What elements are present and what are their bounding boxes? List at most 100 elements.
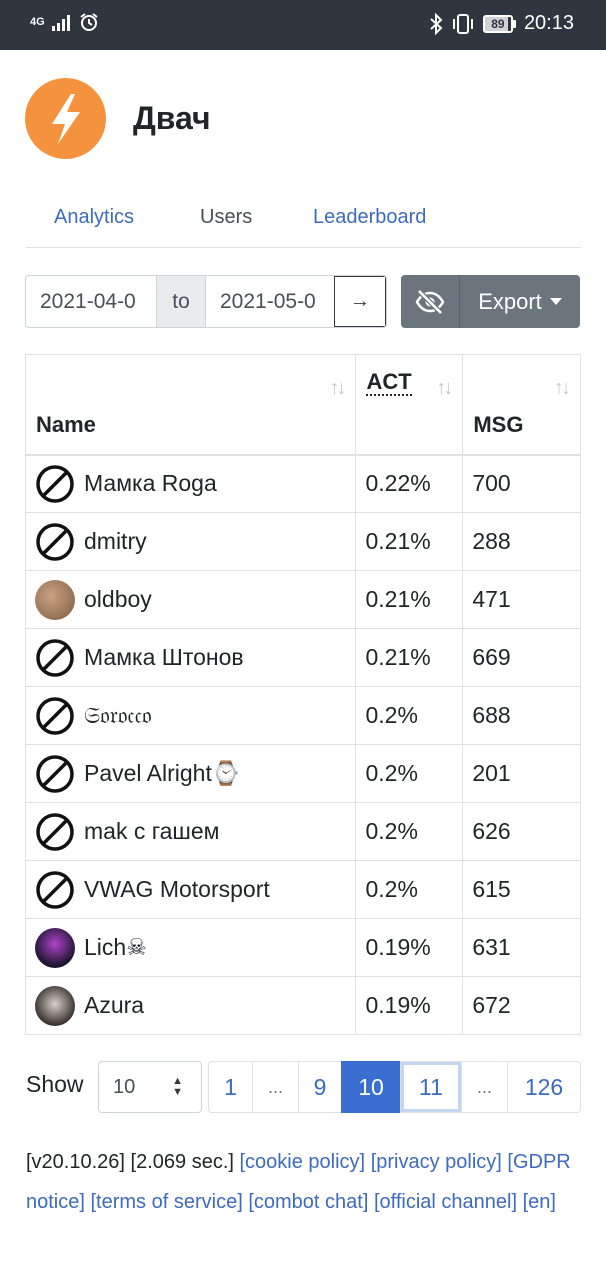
page-button[interactable]: 11	[400, 1061, 462, 1113]
user-name[interactable]: Мамка Roga	[84, 470, 217, 497]
cell-act: 0.19%	[355, 918, 464, 977]
tab-leaderboard[interactable]: Leaderboard	[313, 206, 426, 229]
cell-msg: 672	[462, 976, 581, 1035]
page-title: Двач	[133, 100, 211, 136]
page-button[interactable]: 9	[298, 1061, 342, 1113]
cell-msg: 626	[462, 802, 581, 861]
hide-button[interactable]	[401, 275, 460, 328]
footer: [v20.10.26] [2.069 sec.] [cookie policy]…	[26, 1142, 571, 1222]
user-name[interactable]: Lich☠	[84, 934, 147, 961]
table-row: VWAG Motorsport 0.2% 615	[24, 860, 581, 919]
bluetooth-icon	[430, 12, 443, 35]
battery-icon: 89	[482, 14, 516, 33]
clock: 20:13	[523, 12, 574, 34]
cell-msg: 700	[462, 454, 581, 513]
ban-icon	[36, 638, 74, 677]
signal-icon	[51, 15, 70, 31]
language-link[interactable]: [en]	[523, 1191, 556, 1213]
ban-icon	[36, 870, 74, 909]
official-channel-link[interactable]: [official channel]	[374, 1191, 517, 1213]
export-button[interactable]: Export	[460, 275, 580, 328]
column-header-act-label: ACT	[366, 369, 412, 396]
page-button[interactable]: 10	[341, 1061, 401, 1113]
nav-tabs: Analytics Users Leaderboard	[26, 190, 581, 248]
user-name[interactable]: oldboy	[84, 586, 152, 613]
cell-act: 0.22%	[355, 454, 464, 513]
cell-name: Мамка Roga	[24, 454, 357, 513]
user-name[interactable]: 𝔖𝔬𝔯𝔬𝔠𝔠𝔬	[84, 702, 152, 729]
table-row: dmitry 0.21% 288	[24, 512, 581, 571]
ban-icon	[36, 465, 74, 503]
cell-act: 0.21%	[355, 628, 464, 687]
caret-down-icon	[549, 298, 562, 305]
status-bar: 4G 89 20:13	[0, 0, 606, 50]
cell-msg: 688	[462, 686, 581, 745]
user-name[interactable]: mak с гашем	[84, 818, 219, 845]
user-name[interactable]: VWAG Motorsport	[84, 876, 270, 903]
cell-name: Pavel Alright⌚	[24, 744, 357, 803]
vibrate-icon	[452, 13, 473, 34]
show-label: Show	[26, 1071, 84, 1097]
page-ellipsis: ...	[252, 1061, 299, 1113]
cell-msg: 471	[462, 570, 581, 629]
date-range: 2021-04-0 to 2021-05-0 →	[25, 275, 387, 328]
table-header-row: ↑↓ Name ↑↓ ACT ↑↓ MSG	[24, 354, 581, 456]
user-name[interactable]: Pavel Alright⌚	[84, 760, 241, 787]
date-to-input[interactable]: 2021-05-0	[206, 276, 334, 327]
ban-icon	[36, 522, 74, 561]
cell-act: 0.21%	[355, 512, 464, 571]
toolbar-buttons: Export	[401, 275, 580, 328]
sort-icon: ↑↓	[554, 377, 571, 399]
user-avatar	[35, 927, 75, 968]
cell-msg: 631	[462, 918, 581, 977]
terms-of-service-link[interactable]: [terms of service]	[91, 1191, 243, 1213]
tab-users[interactable]: Users	[200, 206, 252, 229]
column-header-act[interactable]: ↑↓ ACT	[355, 354, 464, 456]
column-header-name-label: Name	[36, 411, 96, 437]
page-ellipsis: ...	[461, 1061, 508, 1113]
page-button[interactable]: 126	[507, 1061, 581, 1113]
cell-name: Azura	[24, 976, 357, 1035]
user-name[interactable]: Azura	[84, 992, 144, 1019]
chat-logo	[25, 78, 106, 159]
version-text: [v20.10.26]	[26, 1151, 125, 1173]
ban-icon	[36, 696, 74, 735]
table-row: Azura 0.19% 672	[24, 976, 581, 1035]
combot-chat-link[interactable]: [combot chat]	[248, 1191, 368, 1213]
table-row: oldboy 0.21% 471	[24, 570, 581, 629]
export-label: Export	[478, 288, 542, 314]
cell-name: oldboy	[24, 570, 357, 629]
table-row: mak с гашем 0.2% 626	[24, 802, 581, 861]
alarm-icon	[80, 13, 98, 31]
sort-icon: ↑↓	[436, 377, 453, 399]
cell-act: 0.2%	[355, 686, 464, 745]
table-row: Lich☠ 0.19% 631	[24, 918, 581, 977]
cell-name: VWAG Motorsport	[24, 860, 357, 919]
apply-date-button[interactable]: →	[334, 276, 386, 327]
sort-icon: ↑↓	[329, 377, 346, 399]
cell-name: mak с гашем	[24, 802, 357, 861]
cell-act: 0.21%	[355, 570, 464, 629]
column-header-msg[interactable]: ↑↓ MSG	[462, 354, 581, 456]
privacy-policy-link[interactable]: [privacy policy]	[371, 1151, 502, 1173]
table-row: 𝔖𝔬𝔯𝔬𝔠𝔠𝔬 0.2% 688	[24, 686, 581, 745]
table-row: Мамка Штонов 0.21% 669	[24, 628, 581, 687]
cell-msg: 201	[462, 744, 581, 803]
column-header-name[interactable]: ↑↓ Name	[24, 354, 357, 456]
date-from-input[interactable]: 2021-04-0	[26, 276, 156, 327]
cell-act: 0.2%	[355, 860, 464, 919]
table-row: Мамка Roga 0.22% 700	[24, 454, 581, 513]
user-name[interactable]: dmitry	[84, 528, 147, 555]
eye-slash-icon	[415, 288, 445, 315]
user-name[interactable]: Мамка Штонов	[84, 644, 244, 671]
page-size-select[interactable]: 10 ▲ ▼	[98, 1061, 202, 1113]
cell-act: 0.19%	[355, 976, 464, 1035]
status-left: 4G	[30, 12, 99, 32]
tab-analytics[interactable]: Analytics	[54, 206, 134, 229]
cell-act: 0.2%	[355, 744, 464, 803]
page-button[interactable]: 1	[208, 1061, 253, 1113]
date-to-label: to	[156, 276, 206, 327]
column-header-msg-label: MSG	[473, 411, 524, 437]
cookie-policy-link[interactable]: [cookie policy]	[240, 1151, 366, 1173]
cell-name: dmitry	[24, 512, 357, 571]
